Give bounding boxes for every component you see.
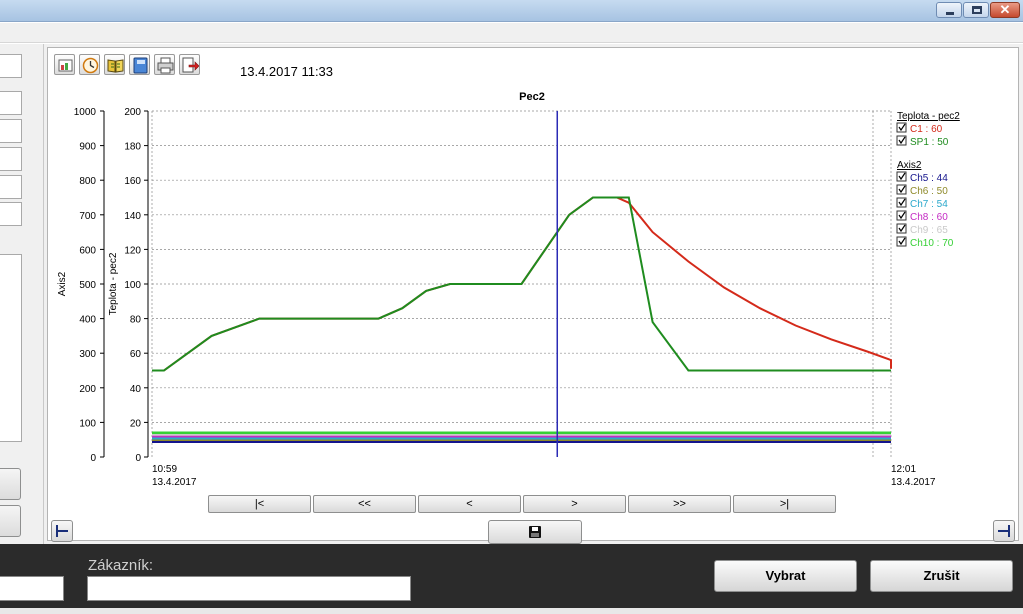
axis2-tick-label: 0 [90, 453, 96, 464]
left-field-2[interactable] [0, 91, 22, 115]
nav-next-page-button[interactable]: >> [628, 495, 731, 513]
minimize-button[interactable] [936, 2, 962, 18]
close-button[interactable]: ✕ [990, 2, 1020, 18]
navigation-buttons: |< << < > >> >| [208, 495, 836, 513]
axis2-tick-label: 500 [79, 280, 96, 291]
nav-last-button[interactable]: >| [733, 495, 836, 513]
axis2-label: Axis2 [57, 271, 68, 296]
window-titlebar: ✕ [0, 0, 1023, 22]
menu-bar [0, 23, 1023, 43]
left-list-box[interactable] [0, 254, 22, 442]
nav-next-button[interactable]: > [523, 495, 626, 513]
save-button[interactable] [488, 520, 582, 544]
chart-axes: 0 100 200 300 400 500 600 700 800 900 1000 Axis2 0 20… [57, 107, 936, 488]
legend-group-title: Axis2 [897, 160, 922, 171]
chart-title: Pec2 [519, 91, 545, 103]
teplota-axis-tick-label: 80 [130, 315, 142, 326]
scroll-end-button[interactable] [993, 520, 1015, 542]
axis2-tick-label: 800 [79, 176, 96, 187]
teplota-axis-label: Teplota - pec2 [108, 252, 119, 315]
customer-label: Zákazník: [88, 557, 154, 574]
chart-container: 13.4.2017 11:33 Pec2 0 100 200 300 400 500 600… [47, 47, 1019, 544]
legend-item: SP1 : 50 [910, 137, 949, 148]
teplota-axis-tick-label: 0 [135, 453, 141, 464]
axis2-tick-label: 400 [79, 315, 96, 326]
close-icon: ✕ [999, 2, 1011, 17]
legend-item: Ch7 : 54 [910, 199, 948, 210]
legend-item: Ch8 : 60 [910, 212, 948, 223]
teplota-axis-tick-label: 40 [130, 384, 142, 395]
teplota-axis-tick-label: 160 [124, 176, 141, 187]
left-button-2[interactable] [0, 505, 21, 537]
legend-item: Ch9 : 65 [910, 225, 948, 236]
x-end-date: 13.4.2017 [891, 477, 936, 488]
bottom-form-bar: Zákazník: Vybrat Zrušit [0, 544, 1023, 614]
teplota-axis-tick-label: 100 [124, 280, 141, 291]
axis2-tick-label: 100 [79, 418, 96, 429]
bottom-strip [0, 608, 1023, 614]
legend-group-title: Teplota - pec2 [897, 111, 960, 122]
restore-icon [972, 6, 982, 14]
axis2-tick-label: 1000 [74, 107, 97, 118]
teplota-axis-tick-label: 120 [124, 245, 141, 256]
customer-input[interactable] [87, 576, 411, 601]
minimize-icon [946, 12, 954, 15]
nav-first-button[interactable]: |< [208, 495, 311, 513]
x-start-date: 13.4.2017 [152, 477, 197, 488]
left-field-1[interactable] [0, 54, 22, 78]
nav-prev-button[interactable]: < [418, 495, 521, 513]
teplota-axis-tick-label: 200 [124, 107, 141, 118]
axis2-tick-label: 300 [79, 349, 96, 360]
legend-item: Ch6 : 50 [910, 186, 948, 197]
left-field-5[interactable] [0, 175, 22, 199]
legend-item: Ch10 : 70 [910, 238, 954, 249]
legend-item: Ch5 : 44 [910, 173, 948, 184]
left-field-6[interactable] [0, 202, 22, 226]
arrow-right-bar-icon [998, 525, 1010, 537]
teplota-axis-tick-label: 180 [124, 142, 141, 153]
left-button-1[interactable] [0, 468, 21, 500]
axis2-tick-label: 200 [79, 384, 96, 395]
teplota-axis-tick-label: 140 [124, 211, 141, 222]
teplota-axis-tick-label: 20 [130, 418, 142, 429]
maximize-button[interactable] [963, 2, 989, 18]
axis2-tick-label: 700 [79, 211, 96, 222]
left-field-3[interactable] [0, 119, 22, 143]
left-input[interactable] [0, 576, 64, 601]
axis2-tick-label: 900 [79, 142, 96, 153]
chart-legend[interactable]: Teplota - pec2 C1 : 60 SP1 : 50 Axis2 Ch5 : … [896, 111, 960, 249]
left-field-4[interactable] [0, 147, 22, 171]
chart-panel: 13.4.2017 11:33 Pec2 0 100 200 300 400 500 600… [44, 44, 1023, 544]
select-button[interactable]: Vybrat [714, 560, 857, 592]
trend-chart[interactable]: Pec2 01002003004005006007008009001000Axi… [48, 48, 1018, 488]
window-controls: ✕ [936, 2, 1020, 18]
arrow-left-bar-icon [56, 525, 68, 537]
cancel-button[interactable]: Zrušit [870, 560, 1013, 592]
nav-prev-page-button[interactable]: << [313, 495, 416, 513]
floppy-disk-icon [529, 526, 541, 538]
x-start-time: 10:59 [152, 464, 177, 475]
teplota-axis-tick-label: 60 [130, 349, 142, 360]
left-panel [0, 44, 44, 544]
axis2-tick-label: 600 [79, 245, 96, 256]
scroll-start-button[interactable] [51, 520, 73, 542]
x-end-time: 12:01 [891, 464, 916, 475]
legend-item: C1 : 60 [910, 124, 943, 135]
